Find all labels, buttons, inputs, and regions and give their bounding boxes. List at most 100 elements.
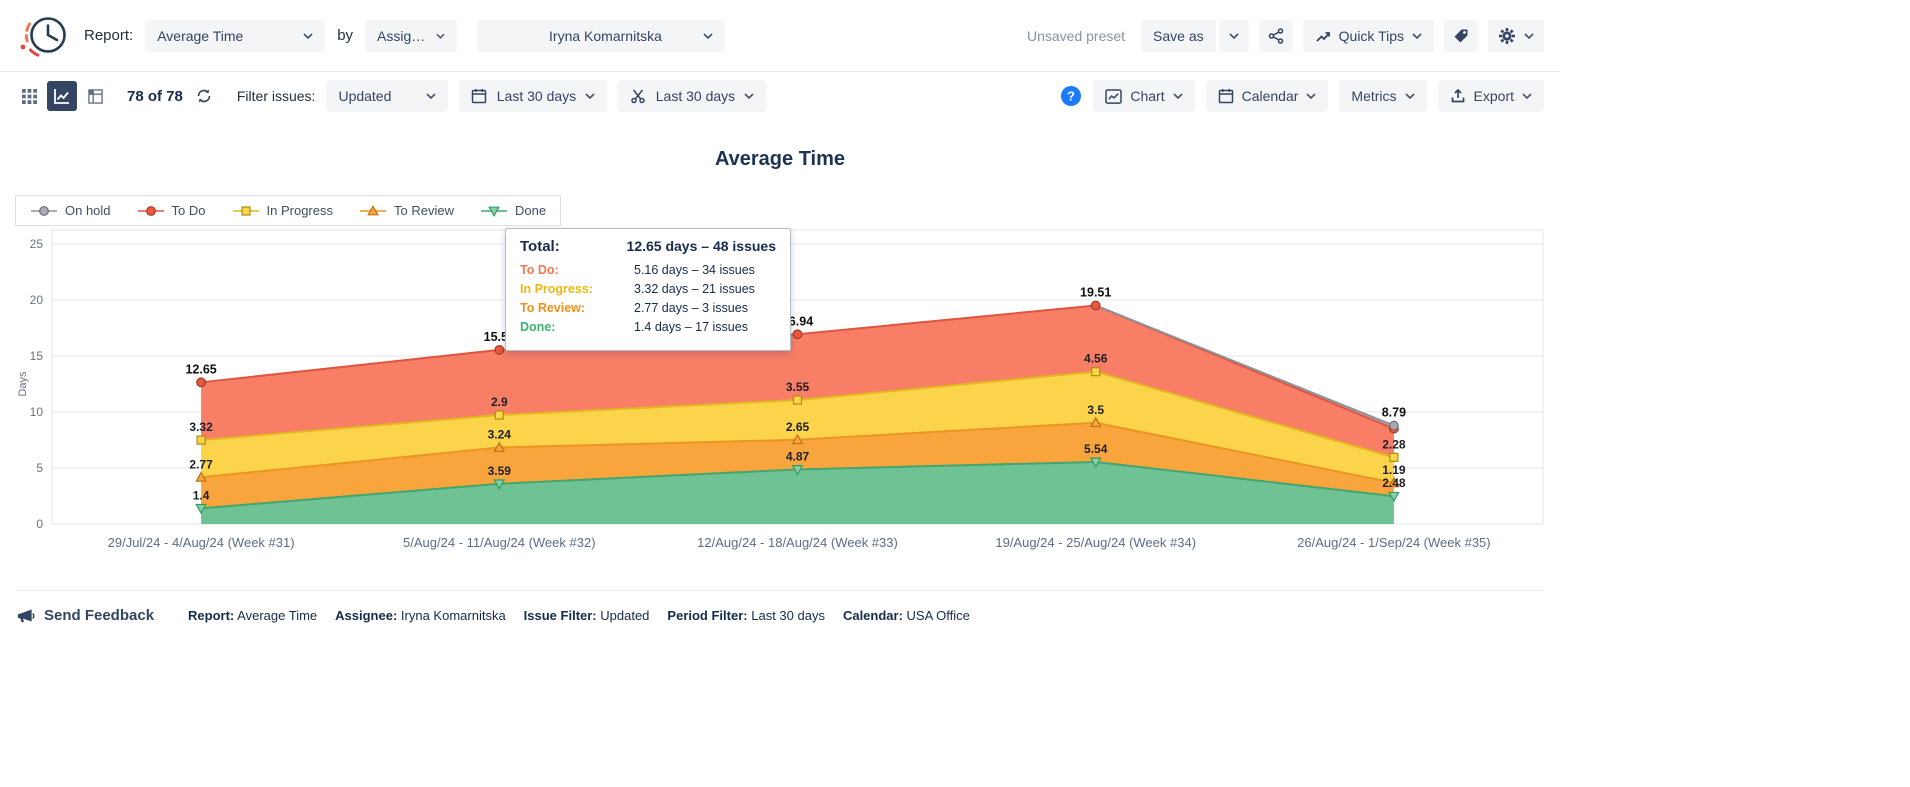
chevron-down-icon bbox=[426, 93, 436, 99]
chart-view-icon bbox=[53, 87, 71, 105]
group-by-dropdown[interactable]: Assignee bbox=[365, 20, 457, 52]
chevron-down-icon bbox=[1229, 33, 1239, 39]
legend-label: To Review bbox=[394, 203, 454, 218]
svg-text:3.55: 3.55 bbox=[786, 380, 810, 394]
trend-arrow-icon bbox=[1315, 28, 1331, 44]
chevron-down-icon bbox=[1173, 93, 1183, 99]
send-feedback-label: Send Feedback bbox=[44, 607, 154, 624]
svg-text:Days: Days bbox=[17, 371, 29, 397]
pivot-view-button[interactable] bbox=[80, 81, 110, 111]
svg-text:2.28: 2.28 bbox=[1382, 437, 1406, 451]
grid-view-button[interactable] bbox=[14, 81, 44, 111]
report-footer: Send Feedback Report: Average TimeAssign… bbox=[16, 590, 1544, 644]
preset-status: Unsaved preset bbox=[1027, 28, 1125, 44]
legend-marker-done-icon bbox=[480, 204, 508, 218]
share-button[interactable] bbox=[1259, 20, 1293, 52]
toolbar-actions: ? Chart Calendar Metrics Export bbox=[1060, 80, 1544, 112]
app-logo-icon bbox=[14, 10, 72, 62]
tooltip-row-value: 3.32 days – 21 issues bbox=[634, 282, 755, 296]
tooltip-row-label: To Do: bbox=[520, 263, 634, 277]
gear-icon bbox=[1498, 27, 1516, 45]
calendar-icon bbox=[471, 88, 487, 104]
calendar-menu-button[interactable]: Calendar bbox=[1206, 80, 1329, 112]
svg-text:3.24: 3.24 bbox=[488, 428, 512, 442]
tooltip-rows: To Do:5.16 days – 34 issuesIn Progress:3… bbox=[520, 263, 776, 334]
issue-count: 78 of 78 bbox=[127, 88, 183, 105]
footer-item-report: Report: Average Time bbox=[188, 608, 317, 623]
chevron-down-icon bbox=[744, 93, 754, 99]
chevron-down-icon bbox=[585, 93, 595, 99]
chevron-down-icon bbox=[436, 33, 445, 39]
svg-text:12.65: 12.65 bbox=[185, 362, 216, 376]
chart-view-button[interactable] bbox=[47, 81, 77, 111]
legend-item-to-review[interactable]: To Review bbox=[359, 203, 454, 218]
refresh-button[interactable] bbox=[194, 86, 214, 106]
svg-text:8.79: 8.79 bbox=[1382, 406, 1406, 420]
settings-button[interactable] bbox=[1488, 20, 1544, 52]
chart-legend: On hold To Do In Progress To Review Done bbox=[15, 195, 561, 226]
footer-item-issue-filter: Issue Filter: Updated bbox=[524, 608, 650, 623]
svg-text:19/Aug/24 - 25/Aug/24 (Week #3: 19/Aug/24 - 25/Aug/24 (Week #34) bbox=[995, 535, 1196, 550]
share-icon bbox=[1268, 28, 1284, 44]
legend-marker-in-progress-icon bbox=[232, 204, 260, 218]
quick-tips-button[interactable]: Quick Tips bbox=[1303, 20, 1434, 52]
work-period-filter-dropdown[interactable]: Last 30 days bbox=[618, 80, 766, 112]
svg-text:5/Aug/24 - 11/Aug/24 (Week #32: 5/Aug/24 - 11/Aug/24 (Week #32) bbox=[403, 535, 595, 550]
issue-filter-value: Updated bbox=[338, 88, 391, 104]
chart-menu-button[interactable]: Chart bbox=[1093, 80, 1194, 112]
legend-label: On hold bbox=[65, 203, 111, 218]
svg-text:4.56: 4.56 bbox=[1084, 352, 1108, 366]
legend-marker-to-review-icon bbox=[359, 204, 387, 218]
issue-filter-dropdown[interactable]: Updated bbox=[326, 80, 448, 112]
legend-item-done[interactable]: Done bbox=[480, 203, 546, 218]
chart-menu-label: Chart bbox=[1130, 88, 1164, 104]
refresh-icon bbox=[196, 88, 212, 104]
legend-item-to-do[interactable]: To Do bbox=[137, 203, 206, 218]
save-as-menu-button[interactable] bbox=[1219, 20, 1249, 52]
tooltip-row-value: 1.4 days – 17 issues bbox=[634, 320, 748, 334]
chevron-down-icon bbox=[1524, 33, 1534, 39]
tooltip-row-to-review: To Review:2.77 days – 3 issues bbox=[520, 301, 776, 315]
period-filter-dropdown[interactable]: Last 30 days bbox=[459, 80, 607, 112]
chevron-down-icon bbox=[1522, 93, 1532, 99]
app-container: Report: Average Time by Assignee Iryna K… bbox=[0, 0, 1560, 644]
help-button[interactable]: ? bbox=[1060, 85, 1082, 107]
export-menu-button[interactable]: Export bbox=[1438, 80, 1544, 112]
svg-text:3.32: 3.32 bbox=[189, 420, 213, 434]
tags-button[interactable] bbox=[1444, 20, 1478, 52]
footer-item-calendar: Calendar: USA Office bbox=[843, 608, 970, 623]
scissors-icon bbox=[630, 88, 646, 104]
report-type-dropdown[interactable]: Average Time bbox=[145, 20, 325, 52]
calendar-menu-label: Calendar bbox=[1242, 88, 1299, 104]
footer-item-period-filter: Period Filter: Last 30 days bbox=[667, 608, 825, 623]
assignee-dropdown[interactable]: Iryna Komarnitska bbox=[477, 20, 725, 52]
svg-text:10: 10 bbox=[30, 405, 44, 419]
svg-text:2.48: 2.48 bbox=[1382, 476, 1406, 490]
save-as-label: Save as bbox=[1153, 28, 1204, 44]
svg-text:2.9: 2.9 bbox=[491, 395, 508, 409]
legend-item-on-hold[interactable]: On hold bbox=[30, 203, 111, 218]
megaphone-icon bbox=[16, 607, 35, 624]
quick-tips-label: Quick Tips bbox=[1339, 28, 1404, 44]
view-switcher bbox=[14, 81, 110, 111]
svg-text:1.4: 1.4 bbox=[193, 488, 210, 502]
tooltip-total-label: Total: bbox=[520, 238, 627, 255]
page-title: Average Time bbox=[0, 148, 1560, 171]
svg-text:15: 15 bbox=[30, 349, 44, 363]
grid-view-icon bbox=[22, 89, 37, 104]
chart-tooltip: Total: 12.65 days – 48 issues To Do:5.16… bbox=[505, 228, 791, 351]
svg-text:2.77: 2.77 bbox=[189, 457, 213, 471]
tooltip-row-done: Done:1.4 days – 17 issues bbox=[520, 320, 776, 334]
legend-item-in-progress[interactable]: In Progress bbox=[232, 203, 333, 218]
export-menu-label: Export bbox=[1474, 88, 1514, 104]
question-circle-icon: ? bbox=[1060, 85, 1082, 107]
send-feedback-button[interactable]: Send Feedback bbox=[16, 607, 154, 624]
assignee-value: Iryna Komarnitska bbox=[549, 28, 662, 44]
chart-section: On holdTo DoIn ProgressTo ReviewDone 051… bbox=[15, 195, 1545, 560]
legend-marker-to-do-icon bbox=[137, 204, 165, 218]
metrics-menu-button[interactable]: Metrics bbox=[1339, 80, 1426, 112]
report-label: Report: bbox=[84, 27, 133, 44]
tooltip-row-value: 5.16 days – 34 issues bbox=[634, 263, 755, 277]
report-type-value: Average Time bbox=[157, 28, 243, 44]
save-as-button[interactable]: Save as bbox=[1141, 20, 1216, 52]
